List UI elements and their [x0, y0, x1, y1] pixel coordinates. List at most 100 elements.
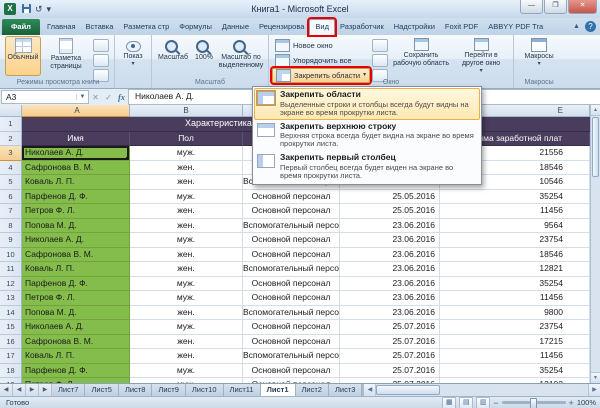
- ribbon-tab[interactable]: Надстройки: [389, 19, 440, 35]
- data-cell[interactable]: муж.: [130, 364, 243, 379]
- row-header[interactable]: 7: [0, 204, 22, 219]
- freeze-menu-item[interactable]: Закрепить первый столбецПервый столбец в…: [254, 151, 480, 183]
- row-header[interactable]: 12: [0, 277, 22, 292]
- cancel-icon[interactable]: ✕: [89, 93, 102, 102]
- ribbon-tab[interactable]: Foxit PDF: [440, 19, 483, 35]
- zoom-button[interactable]: Масштаб: [155, 36, 191, 76]
- ribbon-tab[interactable]: Данные: [217, 19, 254, 35]
- insert-function-icon[interactable]: fx: [115, 93, 128, 102]
- data-cell[interactable]: 25.07.2016: [340, 364, 440, 379]
- data-cell[interactable]: Основной персонал: [243, 277, 340, 292]
- data-cell[interactable]: 11456: [440, 204, 590, 219]
- select-all-corner[interactable]: [0, 105, 22, 117]
- horizontal-scroll-track[interactable]: [440, 384, 588, 396]
- data-cell[interactable]: Основной персонал: [243, 364, 340, 379]
- data-cell[interactable]: 25.07.2016: [340, 335, 440, 350]
- data-cell[interactable]: жен.: [130, 335, 243, 350]
- data-cell[interactable]: Николаев А. Д.: [22, 320, 130, 335]
- data-cell[interactable]: муж.: [130, 277, 243, 292]
- data-cell[interactable]: Основной персонал: [243, 248, 340, 263]
- sheet-tab[interactable]: Лист7: [52, 384, 85, 396]
- row-header[interactable]: 17: [0, 349, 22, 364]
- data-cell[interactable]: 11456: [440, 291, 590, 306]
- row-header[interactable]: 4: [0, 161, 22, 176]
- macros-button[interactable]: Макросы ▾: [517, 36, 561, 76]
- sheet-tab[interactable]: Лист2: [296, 384, 329, 396]
- ribbon-tab[interactable]: Вид: [309, 19, 335, 35]
- sheet-tab[interactable]: Лист3: [329, 384, 362, 396]
- data-cell[interactable]: 35254: [440, 190, 590, 205]
- row-header[interactable]: 8: [0, 219, 22, 234]
- data-cell[interactable]: 23.06.2016: [340, 248, 440, 263]
- tab-file[interactable]: Файл: [2, 19, 40, 35]
- data-cell[interactable]: жен.: [130, 219, 243, 234]
- data-cell[interactable]: жен.: [130, 262, 243, 277]
- first-sheet-icon[interactable]: ◀: [0, 384, 13, 396]
- data-cell[interactable]: Парфенов Д. Ф.: [22, 277, 130, 292]
- data-cell[interactable]: 23.06.2016: [340, 262, 440, 277]
- data-cell[interactable]: 18546: [440, 248, 590, 263]
- vertical-scroll-thumb[interactable]: [592, 117, 599, 177]
- show-group-button[interactable]: Показ ▾: [118, 36, 148, 76]
- data-cell[interactable]: жен.: [130, 175, 243, 190]
- zoom-slider-thumb[interactable]: [530, 398, 537, 408]
- data-cell[interactable]: 23.06.2016: [340, 219, 440, 234]
- data-cell[interactable]: Николаев А. Д.: [22, 146, 130, 161]
- data-cell[interactable]: 35254: [440, 277, 590, 292]
- data-cell[interactable]: Коваль Л. П.: [22, 349, 130, 364]
- horizontal-scroll-thumb[interactable]: [376, 385, 440, 395]
- row-header[interactable]: 13: [0, 291, 22, 306]
- data-cell[interactable]: 9800: [440, 306, 590, 321]
- page-break-shortcut-icon[interactable]: ▥: [476, 397, 490, 408]
- horizontal-scrollbar[interactable]: ◀ ▶: [362, 384, 600, 396]
- ribbon-tab[interactable]: Главная: [42, 19, 81, 35]
- zoom-in-icon[interactable]: +: [569, 398, 574, 408]
- data-cell[interactable]: муж.: [130, 190, 243, 205]
- ribbon-tab[interactable]: ABBYY PDF Tra: [483, 19, 548, 35]
- data-cell[interactable]: Сафронова В. М.: [22, 161, 130, 176]
- data-cell[interactable]: муж.: [130, 233, 243, 248]
- name-box-arrow-icon[interactable]: ▼: [76, 94, 88, 100]
- maximize-button[interactable]: ❐: [544, 0, 567, 14]
- freeze-menu-item[interactable]: Закрепить областиВыделенные строки и сто…: [254, 88, 480, 120]
- data-cell[interactable]: жен.: [130, 161, 243, 176]
- data-cell[interactable]: 23.06.2016: [340, 306, 440, 321]
- row-header[interactable]: 15: [0, 320, 22, 335]
- zoom-out-icon[interactable]: −: [493, 398, 498, 408]
- data-cell[interactable]: Вспомогательный персонал: [243, 262, 340, 277]
- data-cell[interactable]: Основной персонал: [243, 335, 340, 350]
- data-cell[interactable]: 23.06.2016: [340, 233, 440, 248]
- data-cell[interactable]: жен.: [130, 349, 243, 364]
- data-cell[interactable]: Основной персонал: [243, 190, 340, 205]
- data-cell[interactable]: муж.: [130, 291, 243, 306]
- data-cell[interactable]: жен.: [130, 248, 243, 263]
- data-cell[interactable]: Сафронова В. М.: [22, 335, 130, 350]
- data-cell[interactable]: 25.07.2016: [340, 349, 440, 364]
- data-cell[interactable]: Сафронова В. М.: [22, 248, 130, 263]
- normal-view-shortcut-icon[interactable]: ▦: [442, 397, 456, 408]
- split-icon[interactable]: [372, 39, 388, 52]
- page-layout-shortcut-icon[interactable]: ▤: [459, 397, 473, 408]
- data-cell[interactable]: 17215: [440, 335, 590, 350]
- row-header[interactable]: 1: [0, 117, 22, 132]
- undo-icon[interactable]: ↺: [35, 2, 43, 16]
- minimize-ribbon-icon[interactable]: ▲: [571, 21, 582, 32]
- freeze-panes-button[interactable]: Закрепить области ▾: [272, 68, 370, 83]
- minimize-button[interactable]: —: [520, 0, 543, 14]
- sheet-tab[interactable]: Лист8: [119, 384, 152, 396]
- header-cell[interactable]: Пол: [130, 132, 243, 147]
- data-cell[interactable]: Коваль Л. П.: [22, 262, 130, 277]
- new-window-button[interactable]: Новое окно: [272, 38, 370, 52]
- help-icon[interactable]: ?: [585, 21, 596, 32]
- ribbon-tab[interactable]: Разметка стр: [118, 19, 174, 35]
- ribbon-tab[interactable]: Разработчик: [335, 19, 389, 35]
- data-cell[interactable]: 35254: [440, 364, 590, 379]
- data-cell[interactable]: жен.: [130, 204, 243, 219]
- page-layout-button[interactable]: Разметка страницы: [41, 36, 91, 76]
- sheet-tab[interactable]: Лист1: [261, 384, 296, 396]
- data-cell[interactable]: 9564: [440, 219, 590, 234]
- data-cell[interactable]: муж.: [130, 320, 243, 335]
- scroll-left-icon[interactable]: ◀: [364, 384, 376, 396]
- ribbon-tab[interactable]: Вставка: [81, 19, 119, 35]
- row-header[interactable]: 18: [0, 364, 22, 379]
